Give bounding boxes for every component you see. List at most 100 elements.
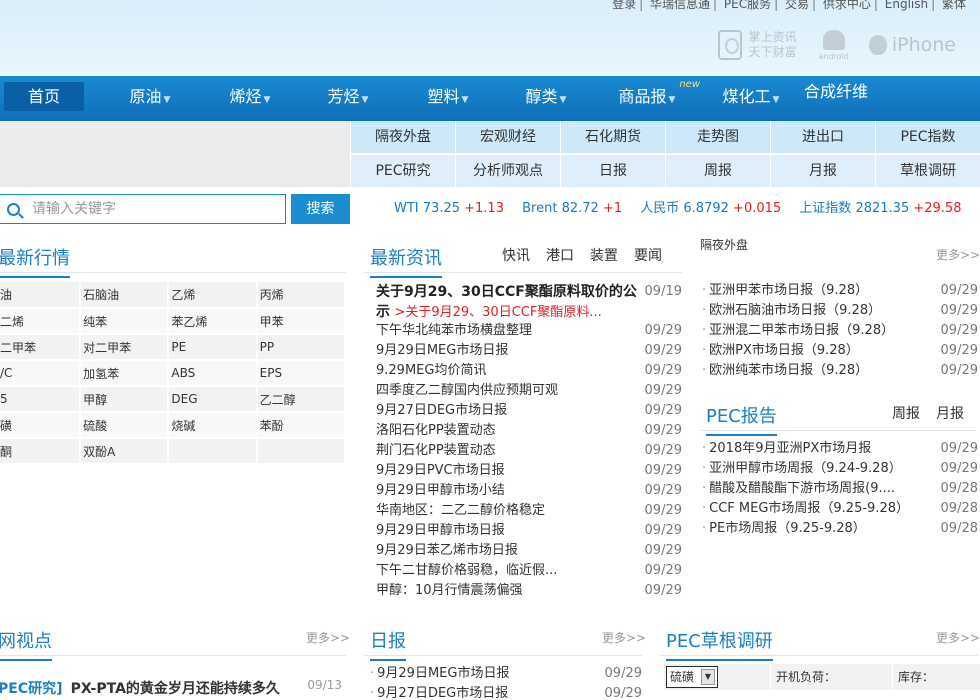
nav-alcohols[interactable]: 醇类 ▼ [516, 76, 576, 121]
trade-link[interactable]: 交易 [785, 0, 809, 11]
list-item[interactable]: 四季度乙二醇国内供应预期可观 09/29 [376, 381, 682, 401]
list-item[interactable]: 9月29日甲醇市场小结 09/29 [376, 481, 682, 501]
quick-pec-index[interactable]: PEC指数 [876, 121, 980, 153]
list-item[interactable]: · 9月29日MEG市场日报 09/29 [370, 664, 642, 684]
market-cell[interactable]: 苯酚 [256, 412, 347, 439]
list-item[interactable]: 荆门石化PP装置动态 09/29 [376, 441, 682, 461]
list-item[interactable]: · 2018年9月亚洲PX市场月报 09/29 [702, 439, 978, 459]
quick-grassroots[interactable]: 草根调研 [876, 155, 980, 187]
iphone-app-link[interactable]: iPhone [868, 34, 956, 56]
ticker-rmb[interactable]: 人民币 6.8792 +0.015 [640, 201, 781, 216]
ticker-wti[interactable]: WTI 73.25 +1.13 [394, 201, 504, 216]
nav-coal-chemical[interactable]: 煤化工 ▼ [718, 76, 784, 121]
mobile-app-link[interactable]: 掌上资讯 天下财富 [718, 30, 797, 60]
nav-home[interactable]: 首页 [4, 82, 84, 111]
market-cell[interactable]: 硫酸 [80, 412, 170, 439]
grassroots-more-link[interactable]: 更多>> [936, 629, 980, 646]
daily-more-link[interactable]: 更多>> [602, 629, 646, 646]
market-cell[interactable]: 油 [0, 282, 82, 309]
list-item[interactable]: 9月29日苯乙烯市场日报 09/29 [376, 541, 682, 561]
views-item-title[interactable]: PX-PTA的黄金岁月还能持续多久 [71, 681, 280, 697]
quick-macro[interactable]: 宏观财经 [456, 121, 560, 153]
list-item[interactable]: · PE市场周报（9.25-9.28） 09/28 [702, 519, 978, 539]
ticker-brent[interactable]: Brent 82.72 +1 [522, 201, 622, 216]
quick-analyst-views[interactable]: 分析师观点 [456, 155, 560, 187]
list-item[interactable]: PEC研究] PX-PTA的黄金岁月还能持续多久 09/13 [0, 678, 344, 698]
market-cell[interactable]: 甲苯 [256, 308, 347, 335]
market-cell[interactable]: EPS [256, 360, 347, 387]
tab-flash[interactable]: 快讯 [502, 248, 530, 264]
list-item[interactable]: · CCF MEG市场周报（9.25-9.28） 09/28 [702, 499, 978, 519]
nav-crude-oil[interactable]: 原油 ▼ [120, 76, 180, 121]
list-item[interactable]: · 亚洲混二甲苯市场日报（9.28） 09/29 [702, 321, 978, 341]
english-link[interactable]: English [885, 0, 928, 11]
search-button[interactable]: 搜索 [291, 194, 350, 224]
market-cell[interactable]: 丙烯 [256, 282, 347, 309]
nav-plastics[interactable]: 塑料 ▼ [418, 76, 478, 121]
headline-subtitle[interactable]: >关于9月29、30日CCF聚酯原料... [394, 305, 601, 320]
nav-synthetic-fiber[interactable]: 合成纤维 [800, 76, 872, 121]
list-item[interactable]: 9月29日MEG市场日报 09/29 [376, 341, 682, 361]
list-item[interactable]: 甲醇：10月行情震荡偏强 09/29 [376, 581, 682, 601]
huarui-link[interactable]: 华瑞信息通 [650, 0, 710, 11]
list-item[interactable]: · 亚洲甲苯市场日报（9.28） 09/29 [702, 281, 978, 301]
market-cell[interactable]: 5 [0, 386, 82, 413]
views-more-link[interactable]: 更多>> [306, 629, 350, 646]
quick-import-export[interactable]: 进出口 [771, 121, 875, 153]
tab-port[interactable]: 港口 [546, 248, 574, 264]
list-item[interactable]: · 欧洲PX市场日报（9.28） 09/29 [702, 341, 978, 361]
supply-center-link[interactable]: 供求中心 [823, 0, 871, 11]
product-select[interactable]: 硫磺 ▼ [666, 666, 718, 688]
list-item[interactable]: 华南地区：二乙二醇价格稳定 09/29 [376, 501, 682, 521]
list-item[interactable]: 下午二甘醇价格弱稳，临近假... 09/29 [376, 561, 682, 581]
list-item[interactable]: · 欧洲纯苯市场日报（9.28） 09/29 [702, 361, 978, 381]
quick-monthly[interactable]: 月报 [771, 155, 875, 187]
search-input[interactable] [32, 201, 272, 217]
tab-headlines[interactable]: 要闻 [634, 248, 662, 264]
tab-weekly[interactable]: 周报 [892, 406, 920, 422]
market-cell[interactable]: 纯苯 [80, 308, 170, 335]
market-cell[interactable]: DEG [168, 386, 258, 413]
quick-trend-chart[interactable]: 走势图 [666, 121, 770, 153]
list-item[interactable]: 9月27日DEG市场日报 09/29 [376, 401, 682, 421]
market-cell[interactable]: PP [256, 334, 347, 361]
market-cell[interactable]: 乙烯 [168, 282, 258, 309]
list-item[interactable]: · 9月27日DEG市场日报 09/29 [370, 684, 642, 700]
market-cell[interactable]: 乙二醇 [256, 386, 347, 413]
overnight-more-link[interactable]: 更多>> [936, 246, 980, 263]
market-cell[interactable]: 烧碱 [168, 412, 258, 439]
market-cell[interactable]: 二烯 [0, 308, 82, 335]
market-cell[interactable]: 磺 [0, 412, 82, 439]
list-item[interactable]: 下午华北纯苯市场横盘整理 09/29 [376, 321, 682, 341]
market-cell[interactable]: ABS [168, 360, 258, 387]
traditional-link[interactable]: 繁体 [942, 0, 966, 11]
market-cell[interactable]: 双酚A [80, 438, 170, 465]
quick-futures[interactable]: 石化期货 [561, 121, 665, 153]
market-cell[interactable]: 甲醇 [80, 386, 170, 413]
headline-item[interactable]: 关于9月29、30日CCF聚酯原料取价的公示 >关于9月29、30日CCF聚酯原… [376, 282, 682, 323]
list-item[interactable]: · 醋酸及醋酸酯下游市场周报(9.... 09/28 [702, 479, 978, 499]
list-item[interactable]: 9月29日甲醇市场日报 09/29 [376, 521, 682, 541]
list-item[interactable]: 洛阳石化PP装置动态 09/29 [376, 421, 682, 441]
market-cell[interactable]: 二甲苯 [0, 334, 82, 361]
list-item[interactable]: · 亚洲甲醇市场周报（9.24-9.28） 09/29 [702, 459, 978, 479]
quick-pec-research[interactable]: PEC研究 [351, 155, 455, 187]
pec-service-link[interactable]: PEC服务 [724, 0, 771, 11]
market-cell[interactable]: 酮 [0, 438, 82, 465]
android-app-link[interactable]: android [819, 29, 849, 61]
quick-daily[interactable]: 日报 [561, 155, 665, 187]
nav-commodity-report[interactable]: 商品报 ▼ new [612, 76, 700, 121]
market-cell[interactable]: 对二甲苯 [80, 334, 170, 361]
list-item[interactable]: · 欧洲石脑油市场日报（9.28） 09/29 [702, 301, 978, 321]
tab-monthly[interactable]: 月报 [936, 406, 964, 422]
market-cell[interactable]: 苯乙烯 [168, 308, 258, 335]
market-cell[interactable]: 石脑油 [80, 282, 170, 309]
login-link[interactable]: 登录 [612, 0, 636, 11]
market-cell[interactable]: /C [0, 360, 82, 387]
list-item[interactable]: 9月29日PVC市场日报 09/29 [376, 461, 682, 481]
nav-aromatics[interactable]: 芳烃 ▼ [318, 76, 378, 121]
market-cell[interactable]: 加氢苯 [80, 360, 170, 387]
quick-weekly[interactable]: 周报 [666, 155, 770, 187]
quick-overnight[interactable]: 隔夜外盘 [351, 121, 455, 153]
tab-plant[interactable]: 装置 [590, 248, 618, 264]
